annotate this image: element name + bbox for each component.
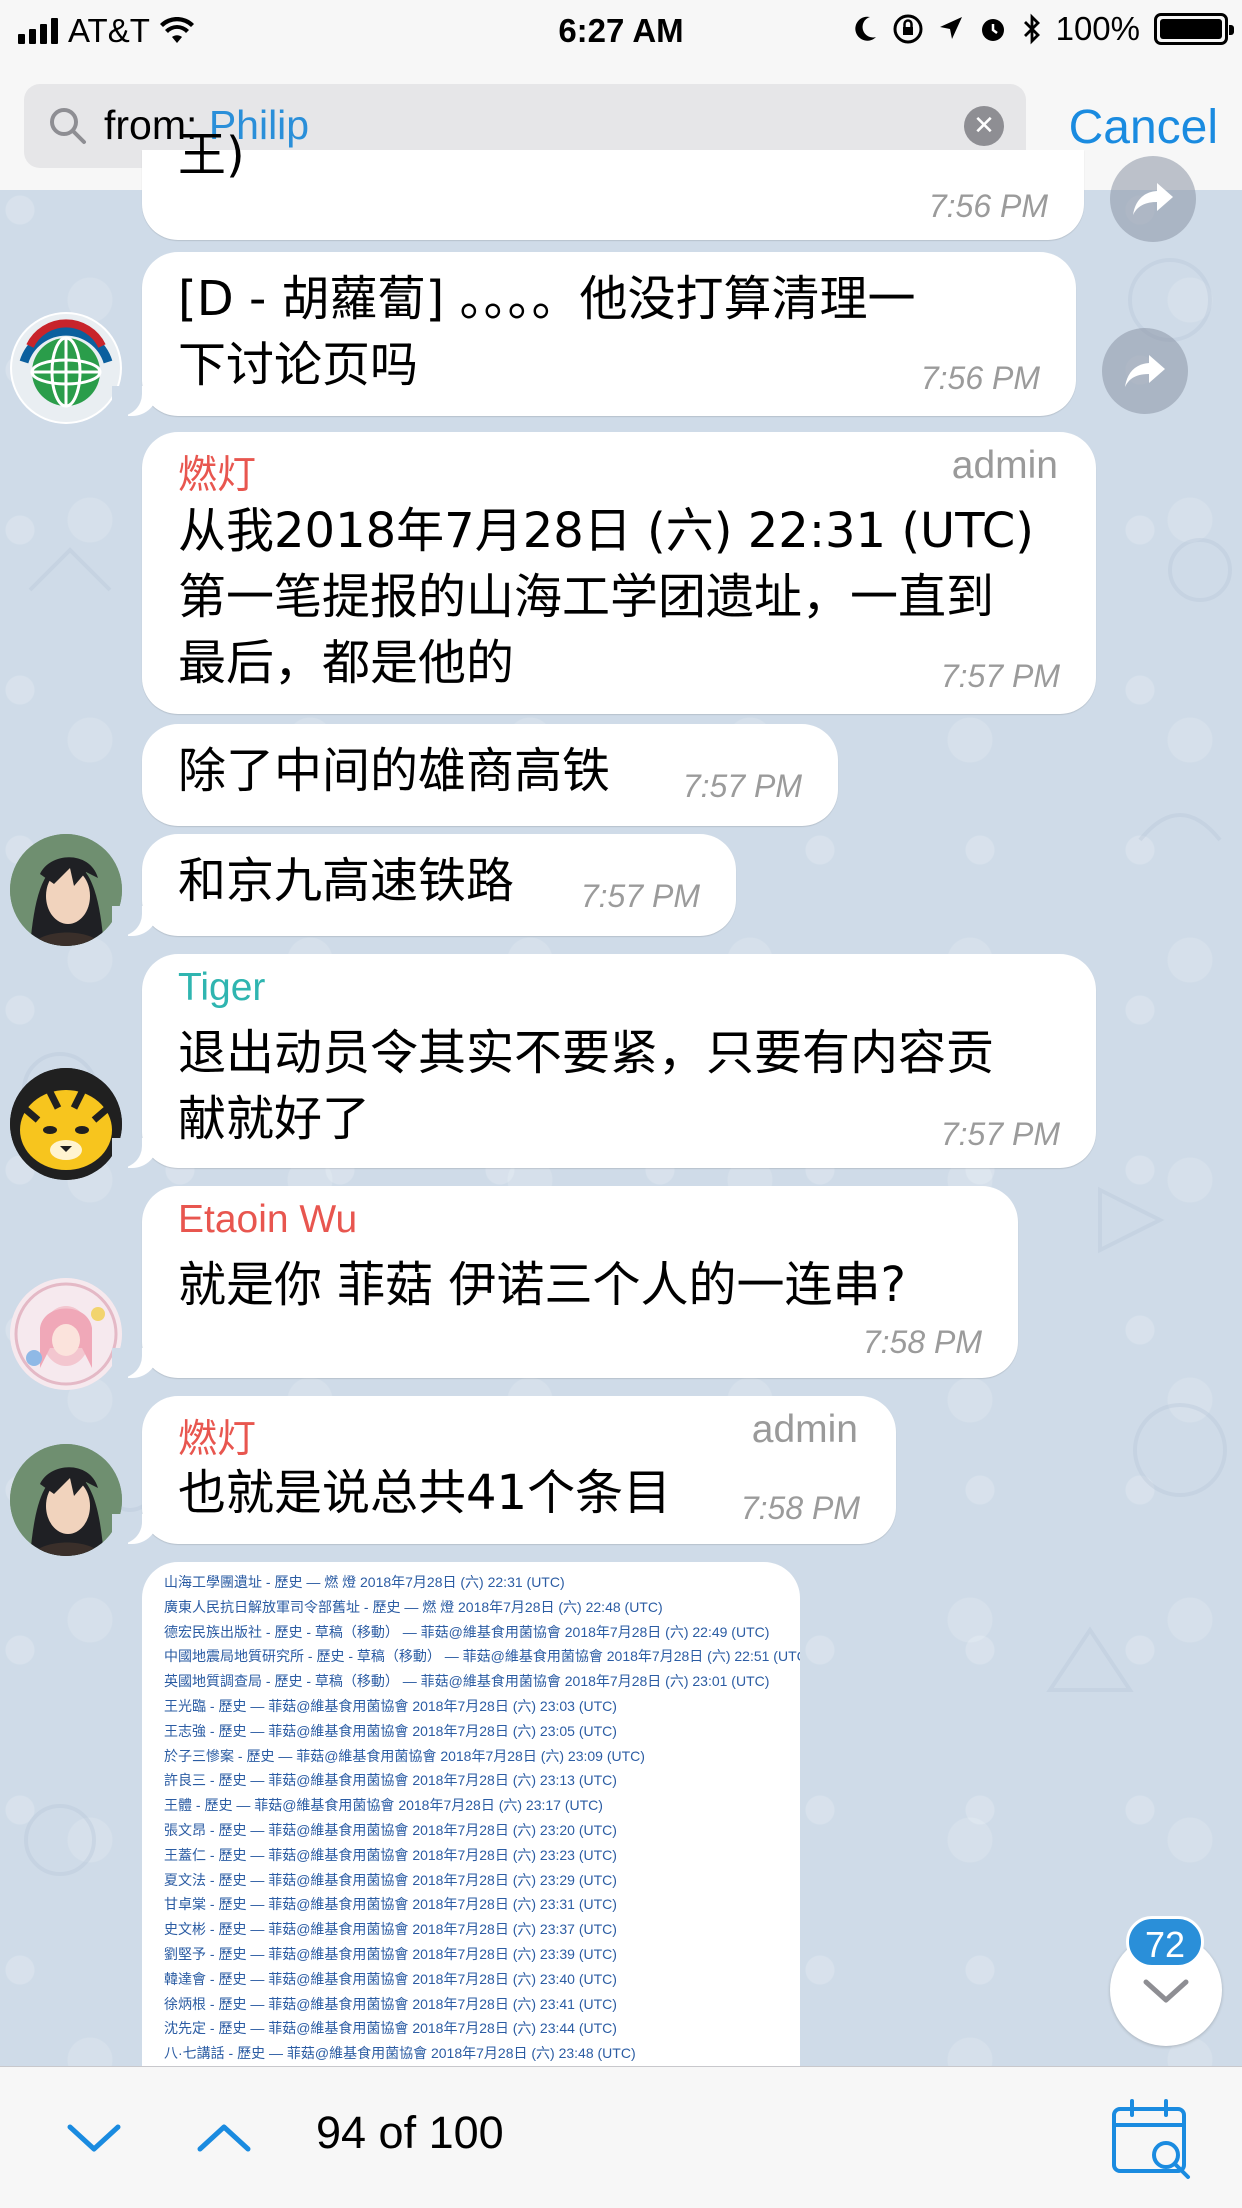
message-bubble[interactable]: 燃灯 admin 也就是说总共41个条目 7:58 PM [112,1396,896,1544]
message-time: 7:57 PM [940,1116,1060,1152]
battery-percent: 100% [1055,10,1140,47]
avatar-user[interactable] [10,1444,122,1556]
message-bubble[interactable]: [D - 胡蘿蔔] 。。。。他没打算清理一 下讨论页吗 7:56 PM [112,252,1076,416]
message-text: 除了中间的雄商高铁 [178,743,611,799]
image-list-line: 許良三 - 歷史 — 菲菇@維基食用菌協會 2018年7月28日 (六) 23:… [164,1772,617,1789]
message-text-line-2: 献就好了 [178,1091,371,1147]
bluetooth-icon [1023,13,1040,45]
message-bubble[interactable]: Tiger 退出动员令其实不要紧，只要有内容贡 献就好了 7:57 PM [112,954,1096,1168]
image-list-line: 劉堅予 - 歷史 — 菲菇@維基食用菌協會 2018年7月28日 (六) 23:… [164,1945,617,1962]
sender-name[interactable]: 燃灯 [178,1408,256,1464]
message-text-line-2: 下讨论页吗 [178,337,419,393]
message-text: 王) [178,127,245,183]
cancel-button[interactable]: Cancel [1069,100,1218,155]
chevron-down-icon[interactable] [62,2111,126,2163]
message-time: 7:58 PM [862,1324,982,1360]
rotation-lock-icon [893,14,923,44]
share-button[interactable] [1110,156,1196,242]
sender-name[interactable]: Etaoin Wu [178,1198,357,1242]
message-text-line-1: [D - 胡蘿蔔] 。。。。他没打算清理一 [178,271,916,327]
chevron-up-icon[interactable] [192,2111,256,2163]
image-list-line: 韓達會 - 歷史 — 菲菇@維基食用菌協會 2018年7月28日 (六) 23:… [164,1970,617,1987]
message-bubble[interactable]: 王) 7:56 PM [142,127,1084,240]
message-time: 7:58 PM [740,1490,860,1526]
image-list-line: 廣東人民抗日解放軍司令部舊址 - 歷史 — 燃 燈 2018年7月28日 (六)… [164,1598,663,1615]
image-list-line: 徐炳根 - 歷史 — 菲菇@維基食用菌協會 2018年7月28日 (六) 23:… [164,1995,617,2012]
message-time: 7:57 PM [580,878,700,914]
sender-name[interactable]: 燃灯 [178,444,256,500]
avatar-tiger[interactable] [10,1068,122,1180]
image-list-line: 王志強 - 歷史 — 菲菇@維基食用菌協會 2018年7月28日 (六) 23:… [164,1722,617,1739]
admin-tag: admin [951,444,1058,487]
unread-badge[interactable]: 72 [1126,1916,1204,1968]
message-text-line-1: 从我2018年7月28日 (六) 22:31 (UTC) [178,503,1034,559]
message-bubble[interactable]: 除了中间的雄商高铁 7:57 PM [142,724,838,826]
image-list-line: 山海工學團遺址 - 歷史 — 燃 燈 2018年7月28日 (六) 22:31 … [164,1574,565,1590]
search-results-bar: 94 of 100 [0,2066,1242,2208]
battery-icon [1154,13,1234,45]
share-button[interactable] [1102,328,1188,414]
share-icon [1125,355,1165,387]
message-bubble[interactable]: 和京九高速铁路 7:57 PM [112,834,736,936]
image-list-line: 沈先定 - 歷史 — 菲菇@維基食用菌協會 2018年7月28日 (六) 23:… [164,2020,617,2037]
image-list: 山海工學團遺址 - 歷史 — 燃 燈 2018年7月28日 (六) 22:31 … [142,1562,800,2066]
message-time: 7:57 PM [940,658,1060,694]
image-list-line: 王蓋仁 - 歷史 — 菲菇@維基食用菌協會 2018年7月28日 (六) 23:… [164,1846,617,1863]
image-list-line: 八·七講話 - 歷史 — 菲菇@維基食用菌協會 2018年7月28日 (六) 2… [164,2045,636,2062]
image-list-line: 史文彬 - 歷史 — 菲菇@維基食用菌協會 2018年7月28日 (六) 23:… [164,1921,617,1938]
image-list-line: 於子三慘案 - 歷史 — 菲菇@維基食用菌協會 2018年7月28日 (六) 2… [164,1747,645,1764]
location-icon [939,17,962,39]
result-count: 94 of 100 [316,2107,504,2158]
message-bubble[interactable]: 燃灯 admin 从我2018年7月28日 (六) 22:31 (UTC) 第一… [142,432,1096,714]
image-list-line: 英國地質調查局 - 歷史 - 草稿（移動） — 菲菇@維基食用菌協會 2018年… [164,1673,770,1690]
message-time: 7:56 PM [920,360,1040,396]
moon-icon [854,16,876,41]
status-bar: AT&T 6:27 AM 100% [0,0,1242,64]
alarm-icon [981,19,1004,41]
avatar-etaoin-wu[interactable] [10,1278,122,1390]
message-text: 也就是说总共41个条目 [178,1465,672,1521]
image-message[interactable]: 山海工學團遺址 - 歷史 — 燃 燈 2018年7月28日 (六) 22:31 … [142,1562,800,2066]
message-time: 7:57 PM [682,768,802,804]
image-list-line: 王光臨 - 歷史 — 菲菇@維基食用菌協會 2018年7月28日 (六) 23:… [164,1697,617,1714]
message-text-line-1: 退出动员令其实不要紧，只要有内容贡 [178,1025,995,1081]
clear-icon[interactable]: ✕ [964,106,1004,146]
sender-name[interactable]: Tiger [178,966,265,1010]
share-icon [1133,183,1173,215]
image-list-line: 王體 - 歷史 — 菲菇@維基食用菌協會 2018年7月28日 (六) 23:1… [164,1797,603,1814]
avatar-wikimedia[interactable] [10,312,122,424]
calendar-search-icon[interactable] [1110,2097,1194,2181]
message-text: 和京九高速铁路 [178,853,515,909]
image-list-line: 張文昂 - 歷史 — 菲菇@維基食用菌協會 2018年7月28日 (六) 23:… [164,1821,617,1838]
message-bubble[interactable]: Etaoin Wu 就是你 菲菇 伊诺三个人的一连串? 7:58 PM [112,1186,1018,1378]
admin-tag: admin [751,1408,858,1451]
avatar-user[interactable] [10,834,122,946]
image-list-line: 中國地震局地質研究所 - 歷史 - 草稿（移動） — 菲菇@維基食用菌協會 20… [164,1648,800,1665]
image-list-line: 夏文法 - 歷史 — 菲菇@維基食用菌協會 2018年7月28日 (六) 23:… [164,1871,617,1888]
image-list-line: 甘卓棠 - 歷史 — 菲菇@維基食用菌協會 2018年7月28日 (六) 23:… [164,1896,617,1913]
message-text-line-3: 最后，都是他的 [178,635,515,691]
message-text: 就是你 菲菇 伊诺三个人的一连串? [178,1257,906,1313]
message-time: 7:56 PM [928,188,1048,224]
message-text-line-2: 第一笔提报的山海工学团遗址，一直到 [178,569,995,625]
search-icon [50,108,86,144]
status-right: 100% [852,10,1234,48]
image-list-line: 德宏民族出版社 - 歷史 - 草稿（移動） — 菲菇@維基食用菌協會 2018年… [164,1623,770,1640]
